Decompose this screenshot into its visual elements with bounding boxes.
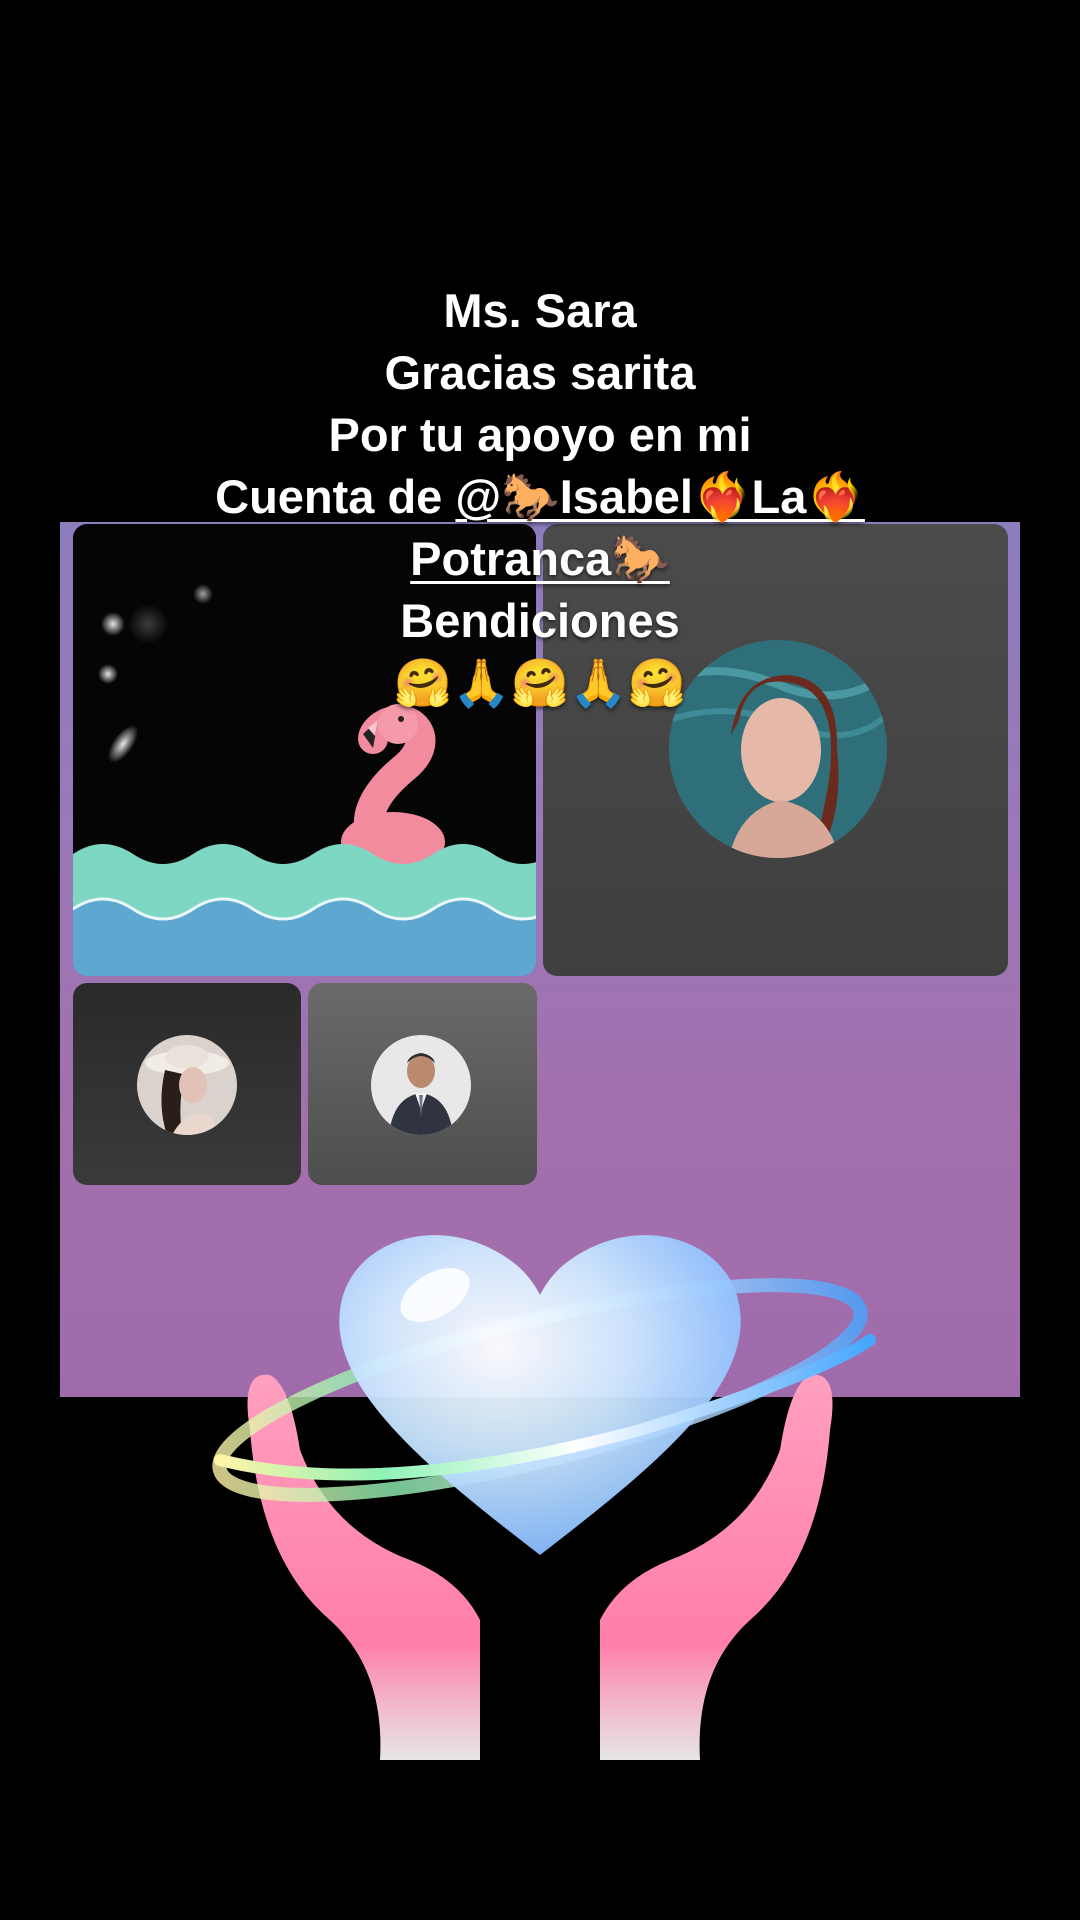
caption-line: Ms. Sara xyxy=(443,284,637,337)
mention-link[interactable]: @🐎Isabel❤️‍🔥La❤️‍🔥 xyxy=(455,470,864,523)
caption-emoji-line: 🤗🙏🤗🙏🤗 xyxy=(393,656,687,709)
avatar xyxy=(371,1035,471,1135)
caption-line: Gracias sarita xyxy=(384,346,696,399)
man-suit-avatar-tile[interactable] xyxy=(308,983,537,1185)
caption-line: Bendiciones xyxy=(400,594,680,647)
caption-line: Potranca🐎 xyxy=(0,528,1080,590)
caption-line: Por tu apoyo en mi xyxy=(328,408,752,461)
avatar xyxy=(137,1035,237,1135)
caption-line: Cuenta de @🐎Isabel❤️‍🔥La❤️‍🔥 xyxy=(0,466,1080,528)
caption-text: Ms. Sara Gracias sarita Por tu apoyo en … xyxy=(0,280,1080,714)
heart-in-hands-icon xyxy=(212,1235,876,1760)
caption-prefix: Cuenta de xyxy=(215,470,456,523)
mention-link-continuation[interactable]: Potranca🐎 xyxy=(410,532,670,585)
hat-woman-avatar-tile[interactable] xyxy=(73,983,301,1185)
